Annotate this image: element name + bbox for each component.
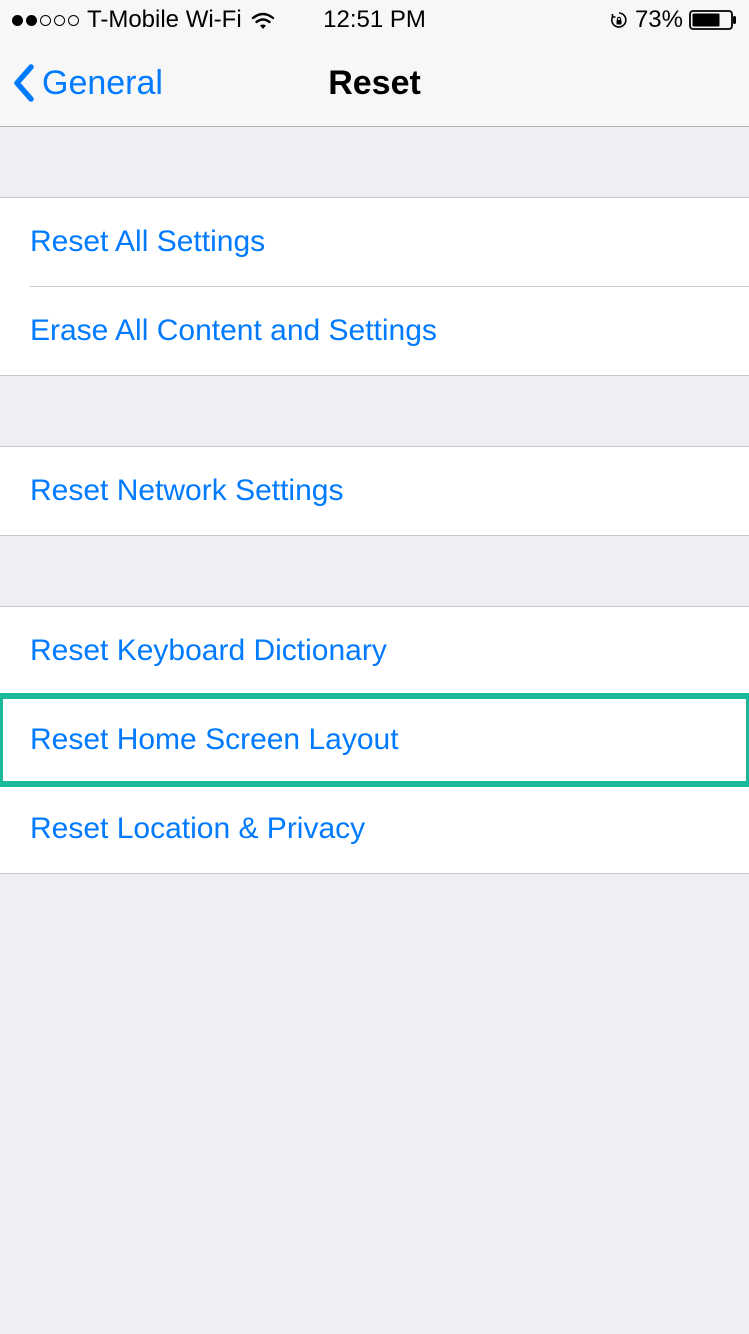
section-spacer [0, 536, 749, 606]
row-label: Reset Home Screen Layout [30, 723, 399, 757]
battery-percent: 73% [635, 6, 683, 34]
navigation-bar: General Reset [0, 40, 749, 127]
back-button-label: General [42, 64, 163, 103]
signal-strength-icon [12, 15, 79, 26]
chevron-left-icon [12, 63, 36, 103]
status-bar: T-Mobile Wi-Fi 12:51 PM 73% [0, 0, 749, 40]
section-2: Reset Network Settings [0, 446, 749, 536]
section-1: Reset All Settings Erase All Content and… [0, 197, 749, 376]
orientation-lock-icon [609, 10, 629, 30]
back-button[interactable]: General [12, 63, 163, 103]
reset-home-screen-layout-row[interactable]: Reset Home Screen Layout [0, 696, 749, 784]
status-left: T-Mobile Wi-Fi [12, 6, 276, 34]
reset-location-privacy-row[interactable]: Reset Location & Privacy [0, 785, 749, 873]
row-label: Reset Keyboard Dictionary [30, 634, 387, 668]
page-title: Reset [328, 64, 421, 103]
section-3: Reset Keyboard Dictionary Reset Home Scr… [0, 606, 749, 874]
reset-keyboard-dictionary-row[interactable]: Reset Keyboard Dictionary [0, 607, 749, 695]
reset-all-settings-row[interactable]: Reset All Settings [0, 198, 749, 286]
section-spacer [0, 127, 749, 197]
wifi-icon [250, 10, 276, 30]
status-right: 73% [609, 6, 737, 34]
battery-icon [689, 9, 737, 31]
carrier-label: T-Mobile Wi-Fi [87, 6, 242, 34]
row-label: Reset All Settings [30, 225, 265, 259]
reset-network-settings-row[interactable]: Reset Network Settings [0, 447, 749, 535]
section-spacer [0, 376, 749, 446]
row-label: Erase All Content and Settings [30, 314, 437, 348]
erase-all-content-row[interactable]: Erase All Content and Settings [0, 287, 749, 375]
row-label: Reset Network Settings [30, 474, 343, 508]
row-label: Reset Location & Privacy [30, 812, 365, 846]
content-area: Reset All Settings Erase All Content and… [0, 127, 749, 874]
status-time: 12:51 PM [323, 6, 426, 34]
